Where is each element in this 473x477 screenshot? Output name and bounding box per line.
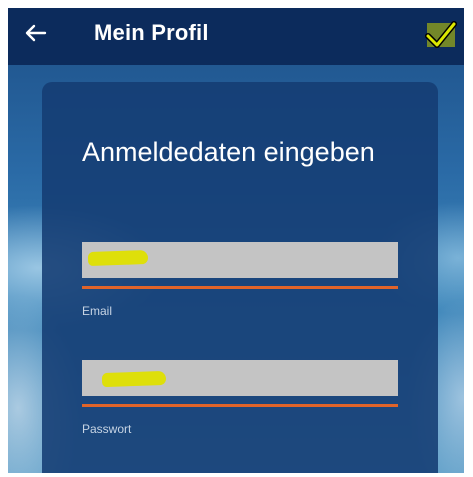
page-title: Mein Profil bbox=[94, 20, 209, 45]
password-label: Passwort bbox=[82, 422, 132, 436]
email-field[interactable] bbox=[82, 242, 398, 278]
password-underline bbox=[82, 404, 398, 407]
redacted-password-mark bbox=[101, 370, 167, 388]
password-field[interactable] bbox=[82, 360, 398, 396]
app-screen: Mein Profil Anmeldedaten eingeben Email … bbox=[8, 8, 464, 473]
email-label: Email bbox=[82, 304, 113, 318]
redacted-email-mark bbox=[87, 249, 149, 267]
login-card: Anmeldedaten eingeben Email Passwort bbox=[42, 82, 438, 473]
save-button[interactable] bbox=[424, 18, 458, 52]
email-underline bbox=[82, 286, 398, 289]
card-heading: Anmeldedaten eingeben bbox=[82, 137, 375, 167]
checkmark-icon bbox=[425, 21, 457, 48]
app-bar: Mein Profil bbox=[8, 8, 464, 65]
arrow-left-icon[interactable] bbox=[24, 21, 48, 45]
